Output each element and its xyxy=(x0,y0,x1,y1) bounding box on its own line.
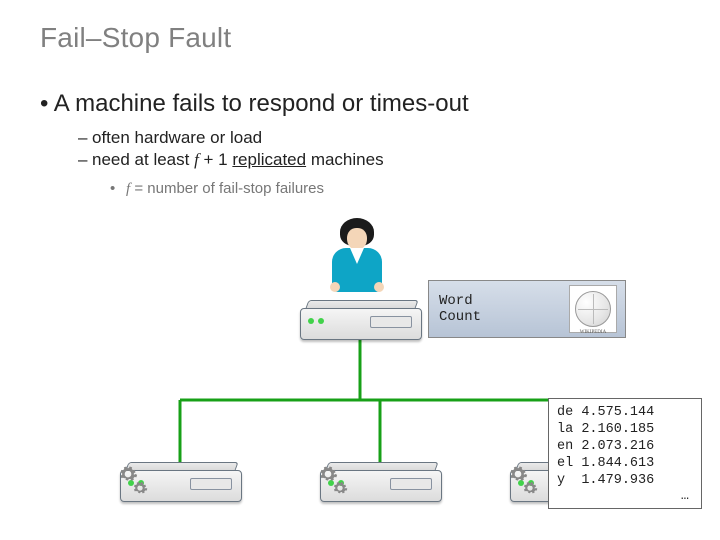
dash-marker: – xyxy=(78,128,92,148)
bullet-text-after: + 1 xyxy=(199,150,233,169)
table-row: y 1.479.936 xyxy=(557,473,693,490)
bullet-text-tail: machines xyxy=(306,150,383,169)
underlined-word: replicated xyxy=(232,150,306,169)
globe-icon xyxy=(575,291,611,327)
server-worker-1 xyxy=(120,462,240,504)
bullet-marker: • xyxy=(40,90,54,117)
server-worker-2 xyxy=(320,462,440,504)
gear-icon xyxy=(132,480,148,496)
slide: Fail–Stop Fault • A machine fails to res… xyxy=(0,0,720,540)
table-row: la 2.160.185 xyxy=(557,422,693,439)
card-label: Word Count xyxy=(439,293,481,325)
slide-title: Fail–Stop Fault xyxy=(40,22,231,54)
bullet-level-1: • A machine fails to respond or times-ou… xyxy=(40,90,469,118)
bullet-marker: • xyxy=(110,180,126,197)
ellipsis: … xyxy=(557,489,693,506)
bullet-text-before: need at least xyxy=(92,150,194,169)
dash-marker: – xyxy=(78,150,92,170)
table-row: de 4.575.144 xyxy=(557,405,693,422)
table-row: en 2.073.216 xyxy=(557,439,693,456)
bullet-level-3: • f = number of fail-stop failures xyxy=(110,180,324,198)
gear-icon xyxy=(332,480,348,496)
diagram: Word Count WIKIPEDIA de 4.575.144 la 2.1… xyxy=(0,200,720,540)
word-count-card: Word Count WIKIPEDIA xyxy=(428,280,626,338)
bullet-text: = number of fail-stop failures xyxy=(130,180,324,197)
user-icon xyxy=(328,218,386,298)
table-row: el 1.844.613 xyxy=(557,456,693,473)
wikipedia-logo: WIKIPEDIA xyxy=(569,285,617,333)
bullet-level-2: – often hardware or load xyxy=(78,128,262,148)
bullet-level-2: – need at least f + 1 replicated machine… xyxy=(78,150,384,170)
results-table: de 4.575.144 la 2.160.185 en 2.073.216 e… xyxy=(548,398,702,509)
gear-icon xyxy=(522,480,538,496)
logo-caption: WIKIPEDIA xyxy=(495,330,691,335)
bullet-text: often hardware or load xyxy=(92,128,262,147)
server-master xyxy=(300,300,420,342)
bullet-text: A machine fails to respond or times-out xyxy=(54,90,469,117)
